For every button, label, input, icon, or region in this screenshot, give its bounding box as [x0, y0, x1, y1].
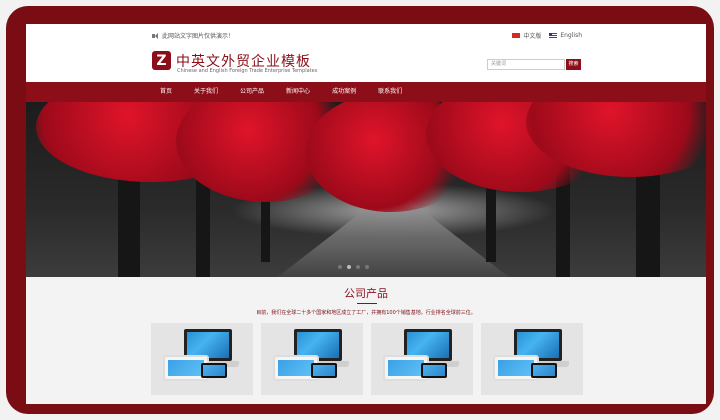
nav-item-cases[interactable]: 成功案例: [321, 82, 367, 102]
product-list: [151, 323, 583, 395]
nav-item-contact[interactable]: 联系我们: [367, 82, 413, 102]
slider-dot[interactable]: [356, 265, 360, 269]
products-section: 公司产品 目前，我们在全球二十多个国家和地区成立了工厂，并拥有100个销售基地。…: [26, 277, 706, 404]
lang-chinese-label: 中文版: [523, 33, 542, 40]
section-description: 目前，我们在全球二十多个国家和地区成立了工厂，并拥有100个销售基地。行业排名全…: [256, 310, 476, 316]
slider-dot[interactable]: [338, 265, 342, 269]
search-button[interactable]: 搜索: [566, 59, 581, 70]
lang-english-link[interactable]: English: [549, 31, 582, 40]
device-frame: 此网站文字图片仅供演示！ 中文版 English Z 中英文外贸企业模板 Chi…: [6, 6, 714, 414]
logo-icon[interactable]: Z: [152, 51, 171, 70]
us-flag-icon: [549, 33, 558, 38]
nav-item-about[interactable]: 关于我们: [183, 82, 229, 102]
main-nav: 首页 关于我们 公司产品 新闻中心 成功案例 联系我们: [26, 82, 706, 102]
site-notice-text: 此网站文字图片仅供演示！: [162, 33, 235, 40]
product-card[interactable]: [481, 323, 583, 395]
search-input[interactable]: 关键词: [487, 59, 565, 70]
slider-dot[interactable]: [365, 265, 369, 269]
product-card[interactable]: [371, 323, 473, 395]
speaker-icon: [152, 32, 159, 39]
lang-chinese-link[interactable]: 中文版: [512, 31, 541, 40]
phone-icon: [531, 363, 557, 378]
phone-icon: [421, 363, 447, 378]
site-header: Z 中英文外贸企业模板 Chinese and English Foreign …: [26, 46, 706, 82]
nav-item-news[interactable]: 新闻中心: [275, 82, 321, 102]
china-flag-icon: [512, 33, 521, 38]
nav-item-home[interactable]: 首页: [150, 82, 183, 102]
lang-english-label: English: [560, 32, 582, 39]
slider-dots: [338, 265, 369, 269]
product-card[interactable]: [261, 323, 363, 395]
phone-icon: [201, 363, 227, 378]
title-underline: [357, 303, 377, 304]
product-card[interactable]: [151, 323, 253, 395]
browser-viewport: 此网站文字图片仅供演示！ 中文版 English Z 中英文外贸企业模板 Chi…: [26, 24, 706, 404]
nav-item-products[interactable]: 公司产品: [229, 82, 275, 102]
top-bar: 此网站文字图片仅供演示！ 中文版 English: [26, 24, 706, 46]
language-switcher: 中文版 English: [512, 31, 582, 40]
section-title: 公司产品: [344, 287, 388, 300]
slider-dot-active[interactable]: [347, 265, 351, 269]
brand-subtitle: Chinese and English Foreign Trade Enterp…: [177, 68, 318, 74]
phone-icon: [311, 363, 337, 378]
site-notice: 此网站文字图片仅供演示！: [152, 31, 234, 40]
hero-banner-image[interactable]: [26, 102, 706, 277]
